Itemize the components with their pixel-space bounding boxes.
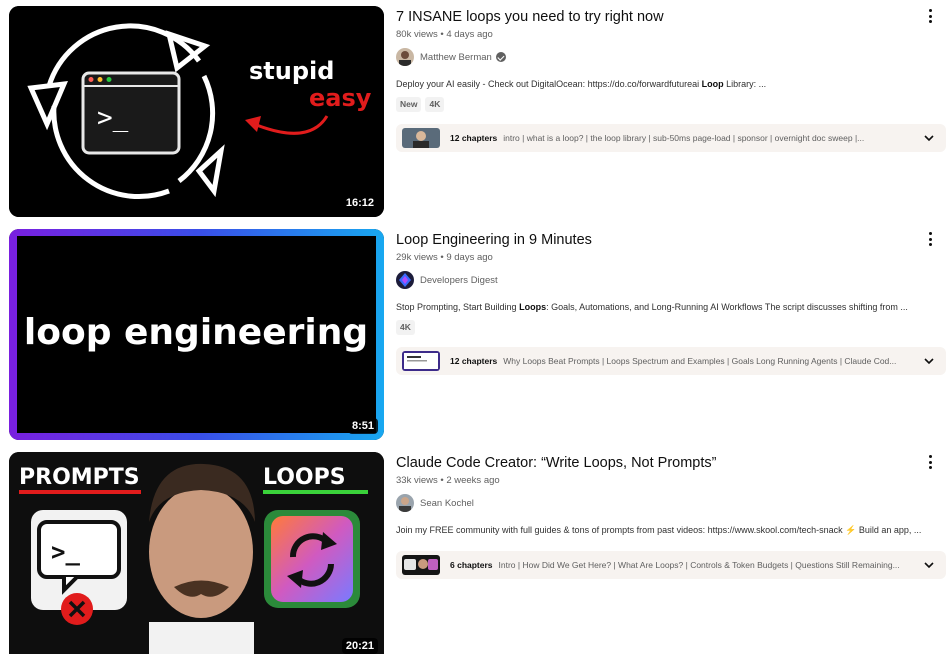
thumbnail-art: >_ stupid easy (9, 6, 384, 217)
chevron-down-icon[interactable] (924, 560, 934, 570)
chapter-thumbnail (402, 555, 440, 575)
video-title[interactable]: Claude Code Creator: “Write Loops, Not P… (396, 454, 716, 472)
verified-badge-icon (495, 52, 506, 62)
video-result[interactable]: PROMPTS >_ LOOPS 20:21 Claude Code Creat… (9, 452, 946, 663)
video-duration: 20:21 (341, 638, 378, 654)
chapter-thumbnail (402, 351, 440, 371)
description-text: Deploy your AI easily - Check out Digita… (396, 79, 702, 89)
description-text: Library: ... (723, 79, 767, 89)
channel-name[interactable]: Sean Kochel (420, 498, 474, 509)
description-text: : Goals, Automations, and Long-Running A… (546, 302, 908, 312)
chapters-bar[interactable]: 12 chapters intro | what is a loop? | th… (396, 124, 946, 152)
upload-age: 2 weeks ago (446, 475, 500, 486)
video-title[interactable]: 7 INSANE loops you need to try right now (396, 8, 664, 26)
chapters-count: 12 chapters (450, 356, 498, 366)
description-text: ⚡ Build an app, ... (845, 525, 922, 535)
video-result[interactable]: loop engineering 8:51 Loop Engineering i… (9, 229, 946, 440)
thumb-text-prompts: PROMPTS (19, 465, 140, 490)
more-options-icon[interactable] (926, 231, 934, 247)
description-text: Stop Prompting, Start Building (396, 302, 520, 312)
video-thumbnail[interactable]: loop engineering 8:51 (9, 229, 384, 440)
video-description: Deploy your AI easily - Check out Digita… (396, 79, 766, 89)
video-description: Stop Prompting, Start Building Loops: Go… (396, 302, 908, 312)
thumbnail-art: PROMPTS >_ LOOPS (9, 452, 384, 654)
description-text: Join my FREE community with full guides … (396, 525, 846, 535)
chapters-count: 12 chapters (450, 133, 498, 143)
chapters-list: intro | what is a loop? | the loop libra… (503, 133, 865, 143)
channel-name[interactable]: Developers Digest (420, 275, 498, 286)
channel-link[interactable]: Matthew Berman (396, 47, 506, 67)
thumb-text-loop-engineering: loop engineering (24, 312, 368, 353)
upload-age: 4 days ago (446, 29, 493, 40)
video-thumbnail[interactable]: >_ stupid easy 16:12 (9, 6, 384, 217)
avatar[interactable] (396, 271, 414, 289)
video-meta: 33k views • 2 weeks ago (396, 475, 500, 486)
video-title[interactable]: Loop Engineering in 9 Minutes (396, 231, 592, 249)
more-options-icon[interactable] (926, 8, 934, 24)
badge-4k: 4K (396, 320, 415, 335)
avatar[interactable] (396, 48, 414, 66)
chapters-bar[interactable]: 12 chapters Why Loops Beat Prompts | Loo… (396, 347, 946, 375)
chevron-down-icon[interactable] (924, 133, 934, 143)
badge-row: New 4K (396, 97, 445, 112)
thumb-text-stupid: stupid (249, 57, 334, 85)
more-options-icon[interactable] (926, 454, 934, 470)
description-highlight: Loop (701, 79, 724, 89)
thumbnail-art: loop engineering (9, 229, 384, 440)
chapter-thumbnail (402, 128, 440, 148)
view-count: 33k views (396, 475, 438, 486)
video-meta: 29k views • 9 days ago (396, 252, 493, 263)
chevron-down-icon[interactable] (924, 356, 934, 366)
avatar[interactable] (396, 494, 414, 512)
thumb-text-easy: easy (309, 84, 372, 112)
video-description: Join my FREE community with full guides … (396, 525, 921, 536)
badge-row: 4K (396, 320, 415, 335)
channel-link[interactable]: Sean Kochel (396, 493, 474, 513)
thumb-text-loops: LOOPS (263, 465, 346, 490)
view-count: 80k views (396, 29, 438, 40)
view-count: 29k views (396, 252, 438, 263)
chapters-list: Intro | How Did We Get Here? | What Are … (498, 560, 900, 570)
upload-age: 9 days ago (446, 252, 493, 263)
video-thumbnail[interactable]: PROMPTS >_ LOOPS 20:21 (9, 452, 384, 654)
badge-4k: 4K (425, 97, 445, 112)
channel-link[interactable]: Developers Digest (396, 270, 498, 290)
badge-new: New (396, 97, 422, 112)
svg-text:>_: >_ (51, 538, 80, 566)
video-result[interactable]: >_ stupid easy 16:12 7 INSANE loops you … (9, 6, 946, 217)
channel-name[interactable]: Matthew Berman (420, 52, 492, 63)
chapters-bar[interactable]: 6 chapters Intro | How Did We Get Here? … (396, 551, 946, 579)
video-meta: 80k views • 4 days ago (396, 29, 493, 40)
chapters-list: Why Loops Beat Prompts | Loops Spectrum … (503, 356, 897, 366)
chapters-count: 6 chapters (450, 560, 493, 570)
thumb-prompt-text: >_ (97, 103, 129, 133)
description-highlight: Loops (519, 302, 547, 312)
video-duration: 8:51 (347, 418, 378, 434)
video-duration: 16:12 (341, 195, 378, 211)
